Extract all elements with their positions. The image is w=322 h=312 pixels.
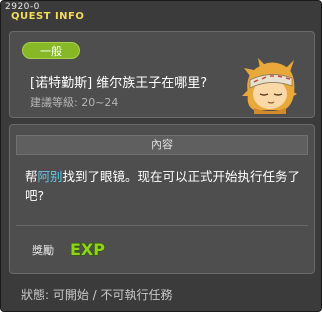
content-text: 帮阿别找到了眼镜。现在可以正式开始执行任务了吧? <box>25 167 305 205</box>
quest-info-window: 2920-0 QUEST INFO 一般 [诺特勤斯] 维尔族王子在哪里? 建議… <box>0 0 322 312</box>
exp-reward-icon: EXP <box>69 239 105 259</box>
quest-level: 建議等級: 20~24 <box>30 94 118 110</box>
quest-summary-panel: 一般 [诺特勤斯] 维尔族王子在哪里? 建議等級: 20~24 <box>9 31 315 118</box>
quest-category-badge: 一般 <box>22 42 80 59</box>
window-title: QUEST INFO <box>11 11 85 22</box>
content-text-suffix: 找到了眼镜。现在可以正式开始执行任务了吧? <box>25 169 301 203</box>
reward-row: 獎勵 EXP <box>16 225 308 266</box>
npc-name-highlight: 阿别 <box>37 169 63 184</box>
content-text-prefix: 帮 <box>25 169 38 184</box>
content-header: 內容 <box>16 135 308 155</box>
quest-name: [诺特勤斯] 维尔族王子在哪里? <box>30 76 208 91</box>
quest-status: 狀態: 可開始 / 不可執行任務 <box>21 288 173 302</box>
quest-level-value: 20~24 <box>81 96 119 109</box>
reward-label: 獎勵 <box>32 244 54 257</box>
quest-content-panel: 內容 帮阿别找到了眼镜。现在可以正式开始执行任务了吧? 獎勵 EXP <box>9 124 315 274</box>
quest-level-label: 建議等級: <box>30 96 78 109</box>
npc-portrait-icon <box>242 58 297 114</box>
exp-icon-text: EXP <box>70 240 105 259</box>
window-header: 2920-0 QUEST INFO <box>1 1 321 25</box>
